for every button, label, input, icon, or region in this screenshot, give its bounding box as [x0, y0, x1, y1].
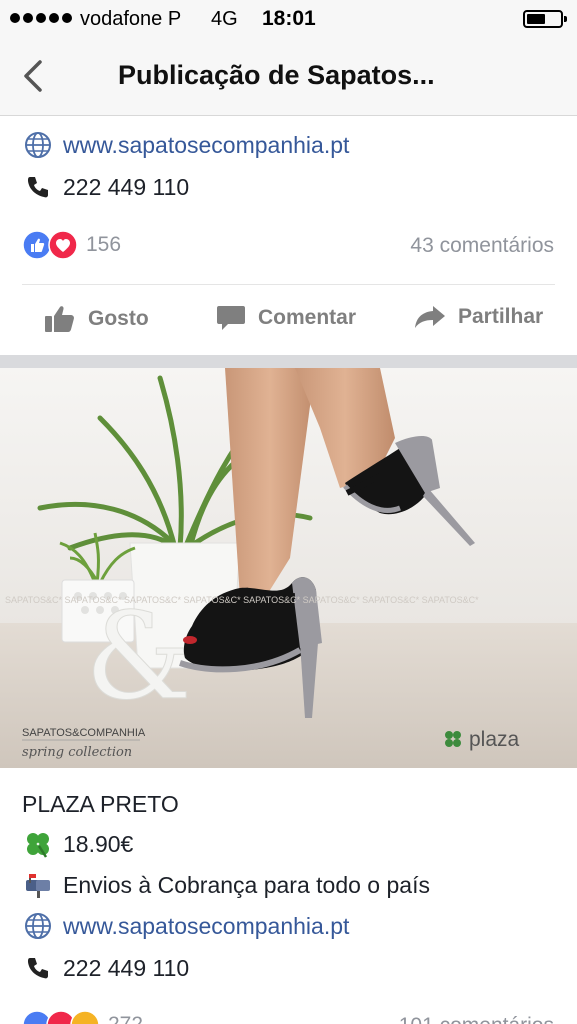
like-button-label: Gosto: [88, 307, 149, 330]
post-photo[interactable]: & SAPATOS&C* SAPATOS&C* SAPATOS&C* SAPAT…: [0, 368, 577, 768]
collection-text: spring collection: [22, 745, 132, 760]
angry-reaction-icon: [70, 1010, 100, 1024]
share-button-label: Partilhar: [458, 305, 544, 328]
post1-phone-number[interactable]: 222 449 110: [63, 174, 189, 201]
comment-button[interactable]: Comentar: [216, 304, 356, 332]
post1-reactions[interactable]: 156: [22, 230, 121, 260]
globe-icon: [22, 129, 54, 161]
post1-website-line: www.sapatosecompanhia.pt: [22, 129, 349, 161]
post2-price: 18.90€: [63, 830, 134, 857]
post2-reaction-count: 272: [108, 1013, 143, 1024]
post2-website-line: www.sapatosecompanhia.pt: [22, 910, 349, 942]
battery-icon: [523, 10, 567, 28]
comment-bubble-icon: [217, 306, 245, 330]
post2-price-line: 18.90€: [22, 828, 133, 860]
status-time: 18:01: [262, 7, 316, 30]
divider: [22, 284, 555, 285]
post-separator: [0, 355, 577, 368]
chevron-left-icon: [24, 60, 42, 92]
svg-text:&: &: [85, 588, 192, 727]
post1-phone-line: 222 449 110: [22, 171, 189, 203]
share-arrow-icon: [415, 306, 445, 328]
four-leaf-clover-icon: [22, 828, 54, 860]
post2-comments-count[interactable]: 101 comentários: [399, 1014, 554, 1024]
product-photo-shoe: & SAPATOS&C* SAPATOS&C* SAPATOS&C* SAPAT…: [0, 368, 577, 768]
love-reaction-icon: [48, 230, 78, 260]
post2-shipping-text: Envios à Cobrança para todo o país: [63, 871, 430, 898]
telephone-icon: [22, 171, 54, 203]
post1-reaction-count: 156: [86, 233, 122, 256]
share-button[interactable]: Partilhar: [414, 304, 543, 330]
post1-comments-count[interactable]: 43 comentários: [410, 234, 554, 258]
post2-shipping-line: Envios à Cobrança para todo o país: [22, 869, 430, 901]
navigation-bar: Publicação de Sapatos...: [0, 38, 577, 116]
network-type: 4G: [211, 8, 238, 30]
post2-phone-number[interactable]: 222 449 110: [63, 955, 189, 982]
post2-reactions[interactable]: 272: [22, 1010, 143, 1024]
back-button[interactable]: [18, 56, 58, 96]
post1-website-link[interactable]: www.sapatosecompanhia.pt: [63, 132, 349, 159]
telephone-icon: [22, 952, 54, 984]
post2-website-link[interactable]: www.sapatosecompanhia.pt: [63, 913, 349, 940]
globe-icon: [22, 910, 54, 942]
brand-logo-text: SAPATOS&COMPANHIA: [22, 727, 146, 739]
carrier-name: vodafone P: [80, 8, 182, 30]
model-name-text: plaza: [469, 728, 520, 751]
comment-button-label: Comentar: [258, 306, 357, 329]
thumbs-up-icon: [45, 306, 74, 332]
status-bar: vodafone P 4G 18:01: [0, 0, 577, 38]
mailbox-icon: [22, 869, 54, 901]
watermark-text: SAPATOS&C* SAPATOS&C* SAPATOS&C* SAPATOS…: [5, 595, 479, 605]
signal-strength-icon: [10, 13, 72, 23]
page-title: Publicação de Sapatos...: [118, 60, 435, 90]
post2-title: PLAZA PRETO: [22, 791, 179, 817]
like-button[interactable]: Gosto: [44, 304, 149, 334]
post2-phone-line: 222 449 110: [22, 952, 189, 984]
